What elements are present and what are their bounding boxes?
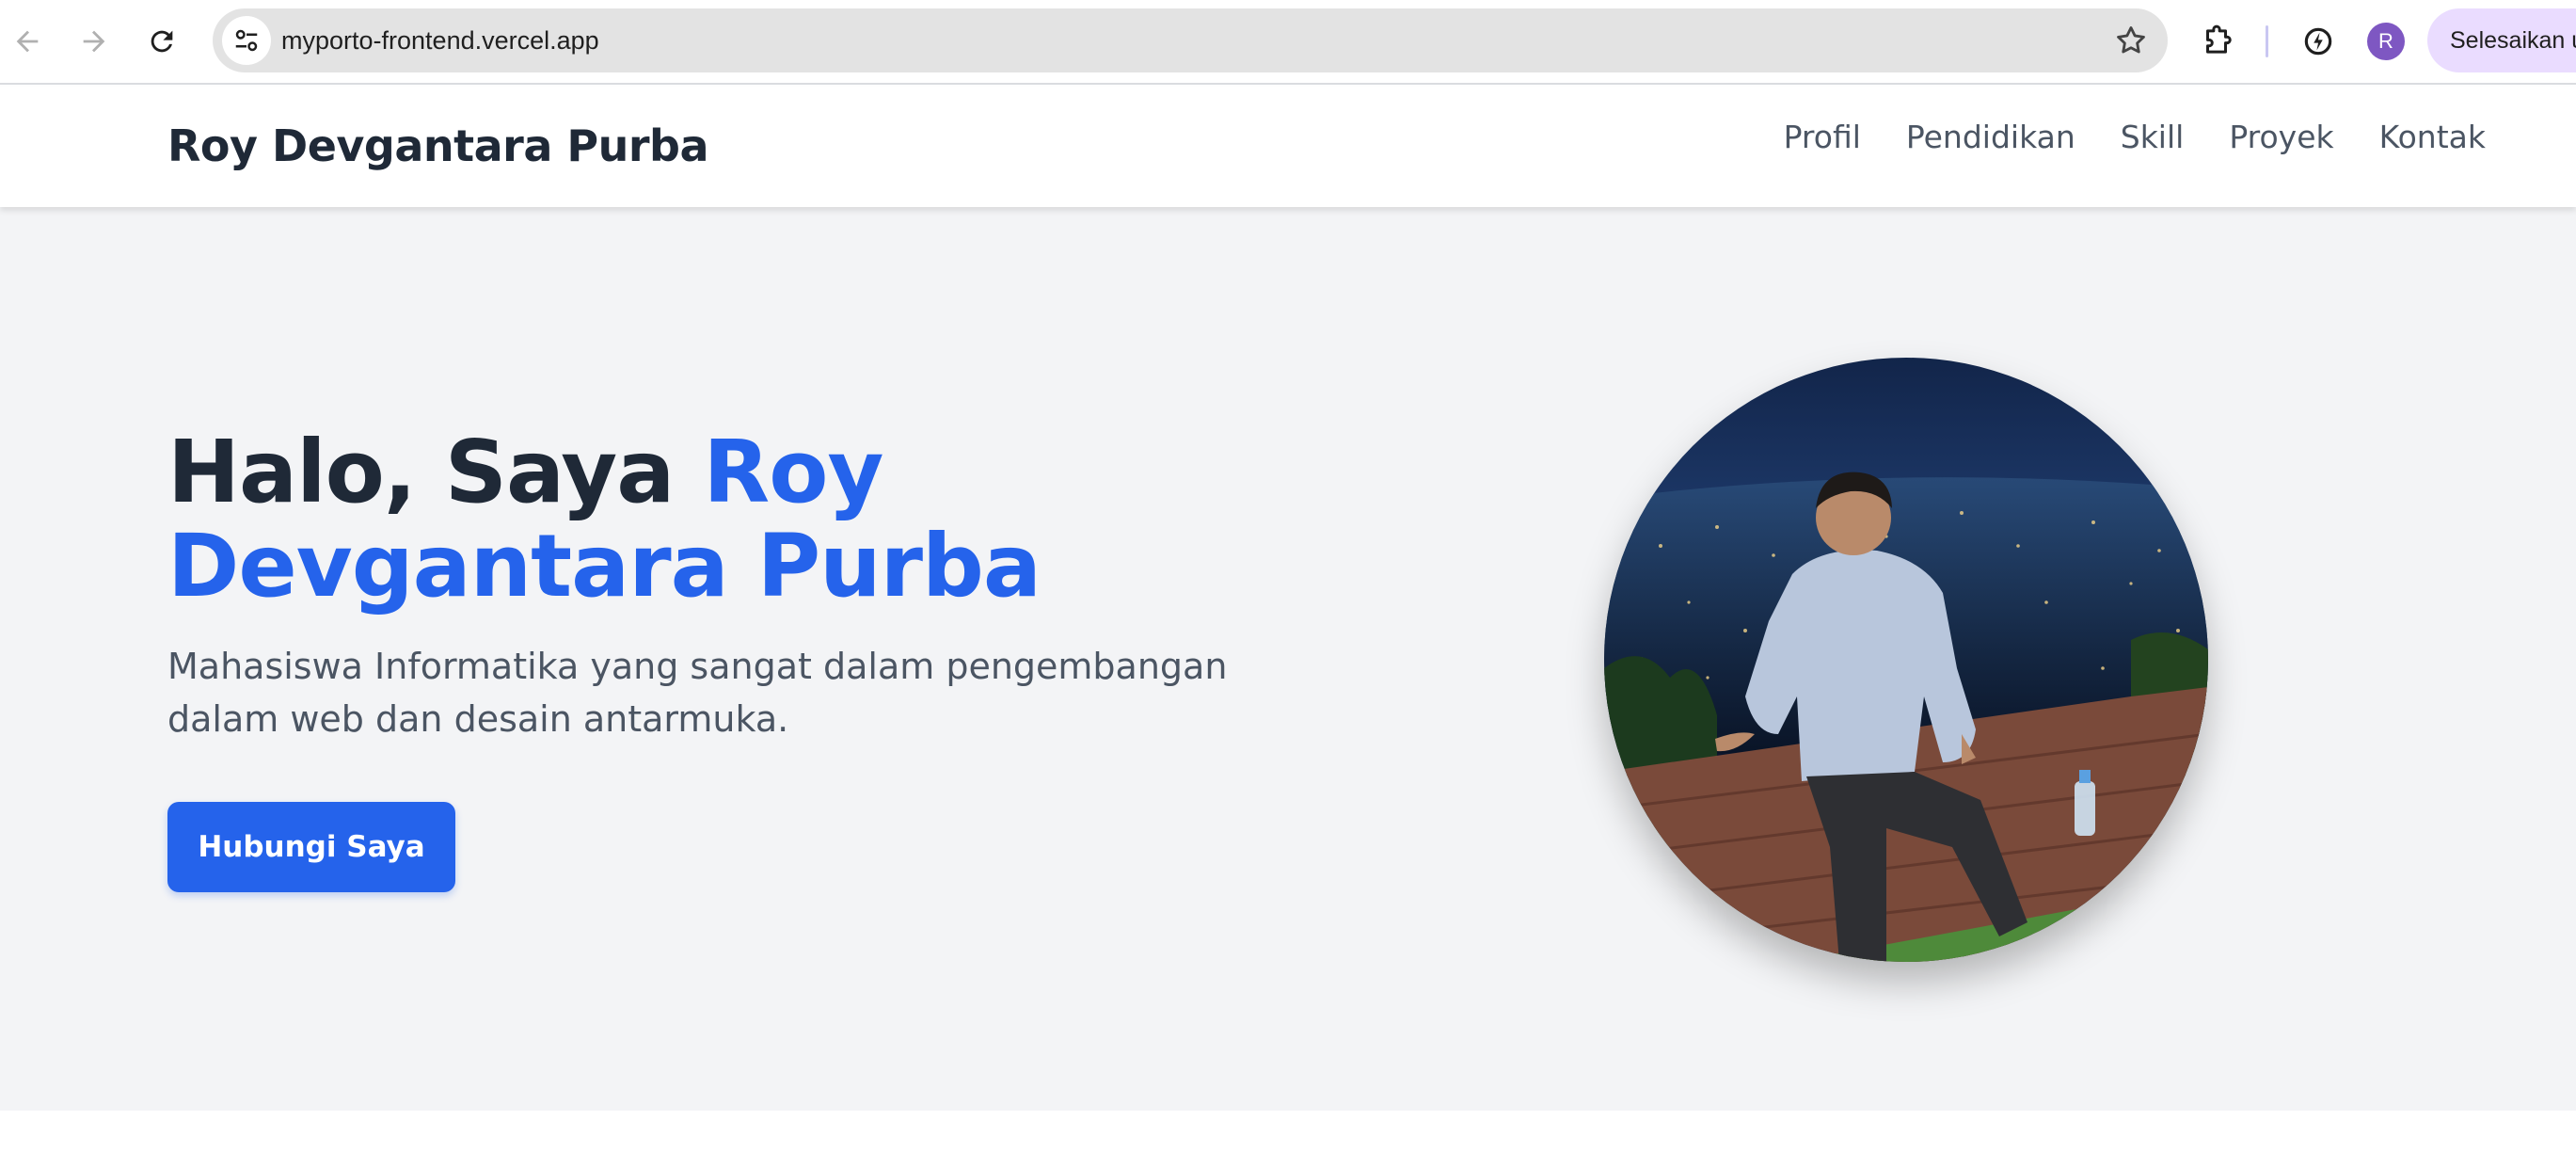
browser-toolbar: myporto-frontend.vercel.app R Selesaikan… <box>0 0 2576 85</box>
reload-icon <box>151 30 173 53</box>
extensions-icon <box>2205 24 2232 54</box>
back-button[interactable] <box>3 17 52 66</box>
performance-button[interactable] <box>2296 19 2341 64</box>
nav-link-kontak[interactable]: Kontak <box>2379 119 2486 155</box>
nav-link-pendidikan[interactable]: Pendidikan <box>1906 119 2075 155</box>
url-text[interactable]: myporto-frontend.vercel.app <box>281 8 599 72</box>
nav-link-profil[interactable]: Profil <box>1784 119 1861 155</box>
nav-link-skill[interactable]: Skill <box>2121 119 2185 155</box>
hero-subtitle: Mahasiswa Informatika yang sangat dalam … <box>167 646 1228 740</box>
profile-photo-image <box>1604 358 2208 962</box>
nav-menu: Profil Pendidikan Skill Proyek Kontak <box>1784 119 2486 155</box>
contact-me-button[interactable]: Hubungi Saya <box>167 802 455 892</box>
toolbar-divider <box>2266 25 2268 57</box>
reload-button[interactable] <box>137 17 186 66</box>
extensions-button[interactable] <box>2194 19 2239 64</box>
hero-greeting: Halo, Saya <box>167 422 704 522</box>
hero-title: Halo, Saya Roy Devgantara Purba <box>167 425 1391 614</box>
address-bar[interactable]: myporto-frontend.vercel.app <box>213 8 2168 72</box>
profile-photo <box>1604 358 2208 962</box>
site-brand[interactable]: Roy Devgantara Purba <box>167 120 709 171</box>
performance-icon <box>2304 27 2332 56</box>
update-button[interactable]: Selesaikan update <box>2427 8 2576 72</box>
nav-link-proyek[interactable]: Proyek <box>2229 119 2333 155</box>
hero-section: Halo, Saya Roy Devgantara Purba Mahasisw… <box>0 207 2576 1111</box>
back-arrow-icon <box>16 30 39 53</box>
site-settings-icon <box>235 29 258 52</box>
forward-button[interactable] <box>70 17 119 66</box>
site-settings-button[interactable] <box>222 16 271 65</box>
next-section <box>0 1111 2576 1168</box>
site-navbar: Roy Devgantara Purba Profil Pendidikan S… <box>0 87 2576 207</box>
bookmark-star-icon[interactable] <box>2113 23 2149 58</box>
profile-avatar[interactable]: R <box>2367 23 2405 60</box>
forward-arrow-icon <box>83 30 105 53</box>
